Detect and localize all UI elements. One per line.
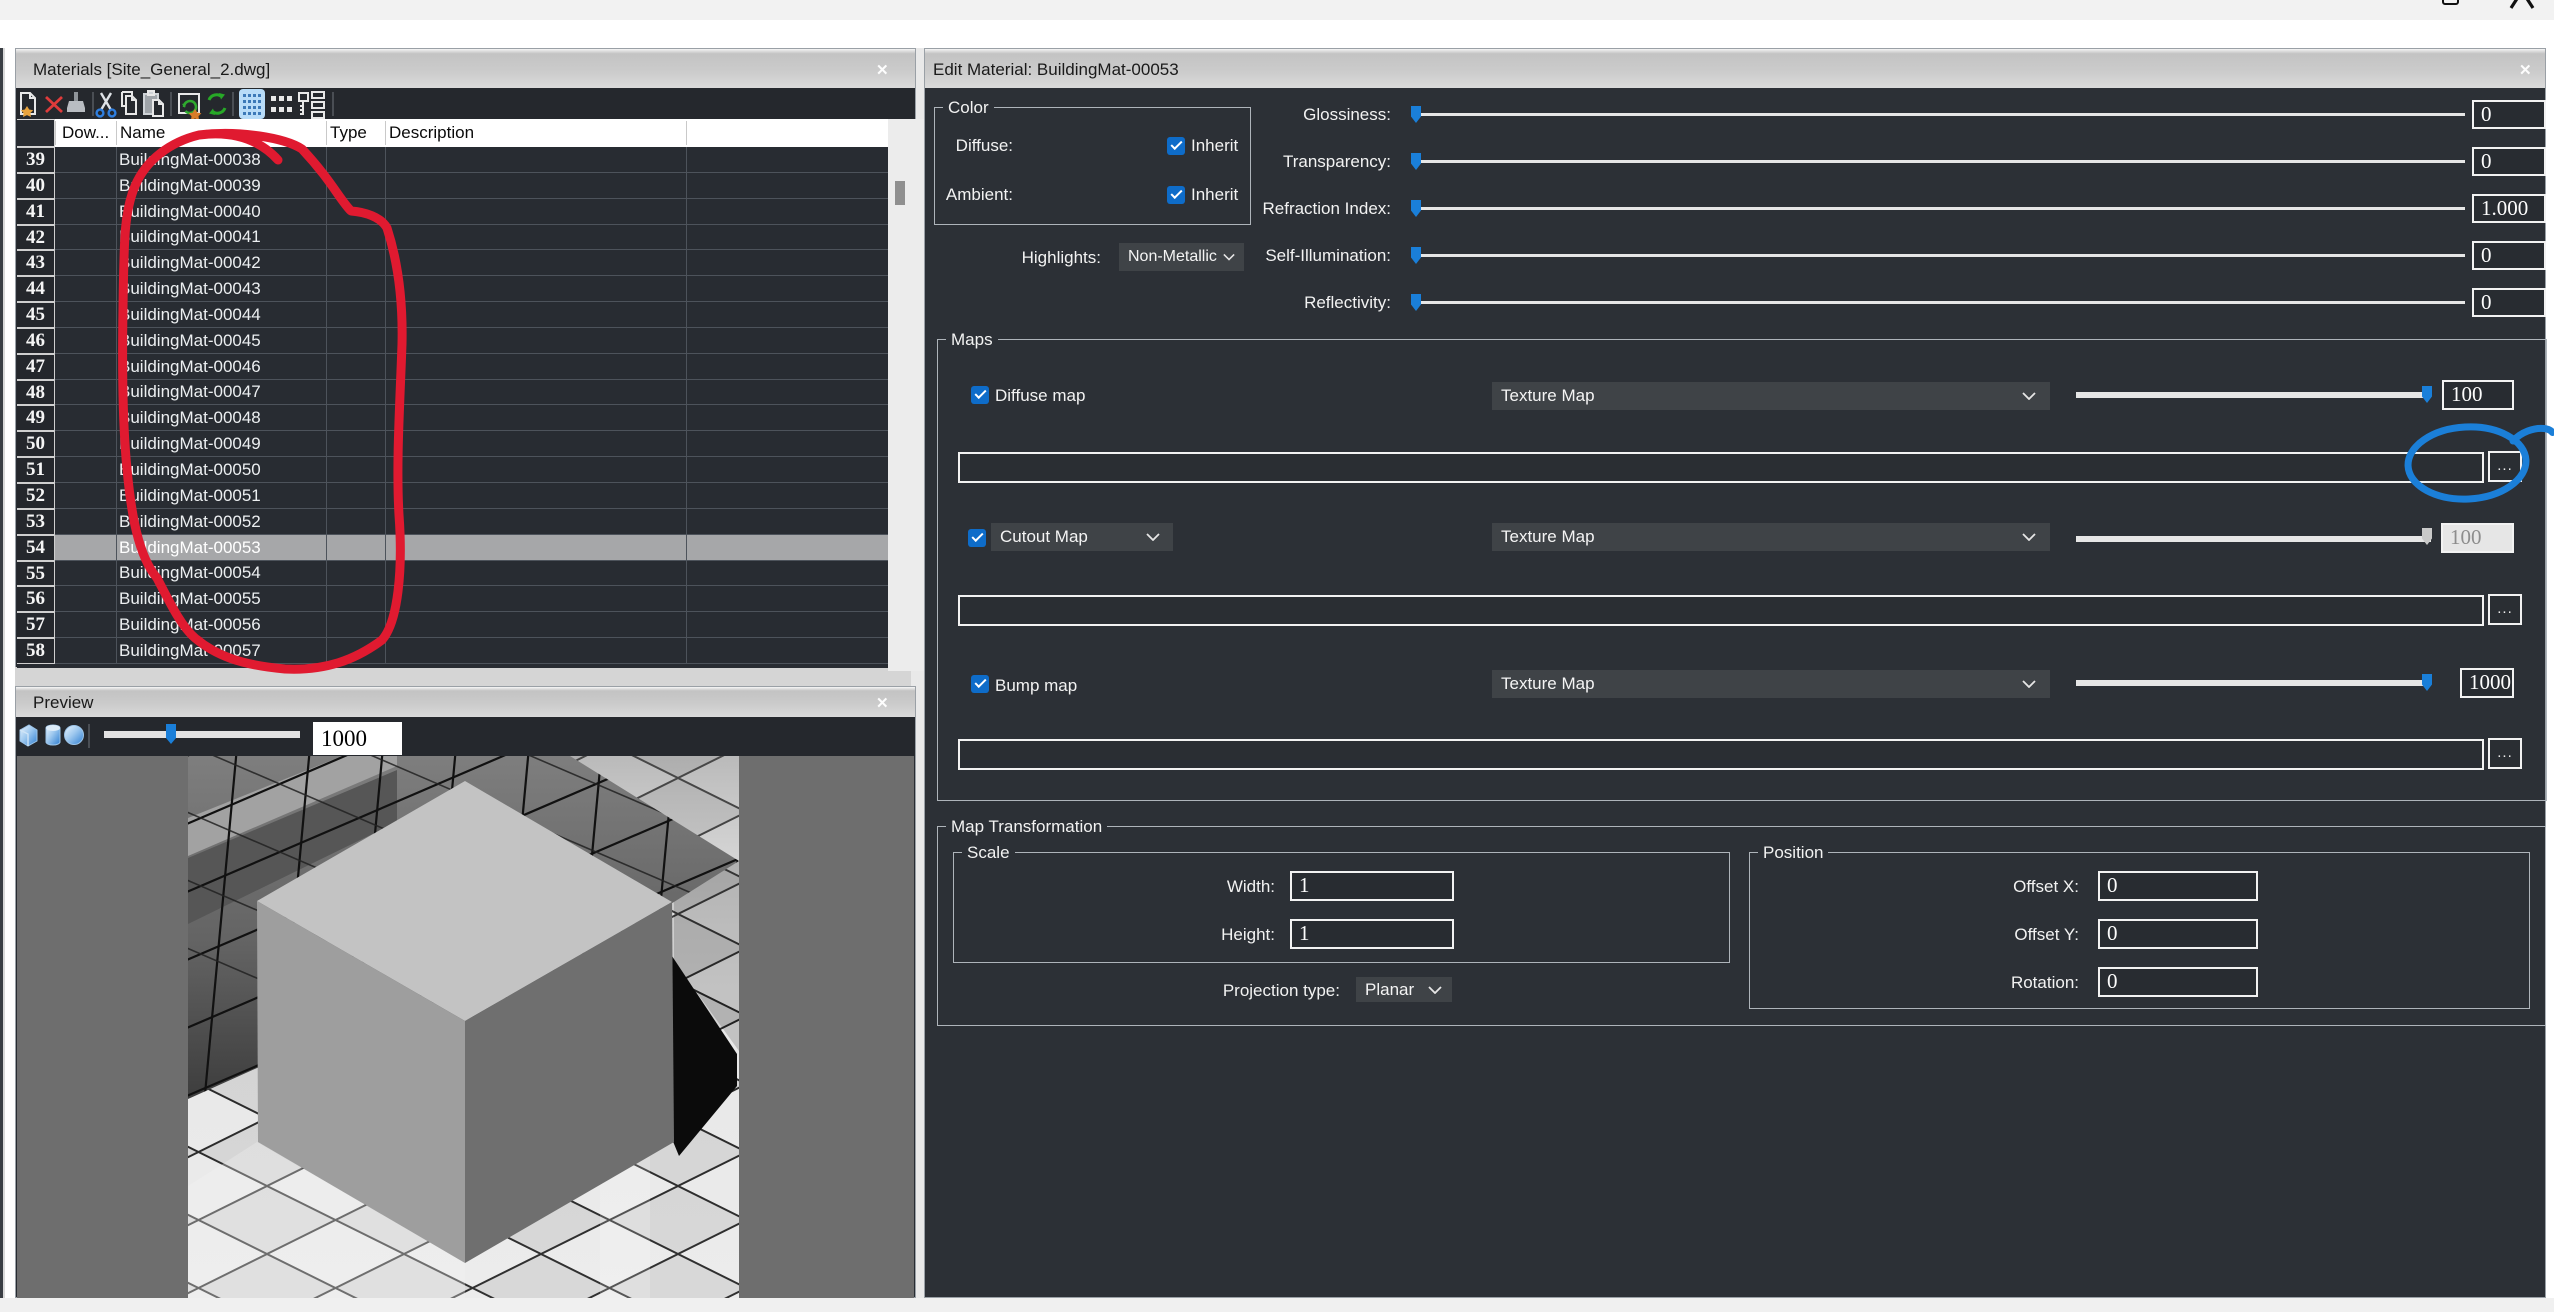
svg-text:1000: 1000 — [321, 726, 367, 751]
